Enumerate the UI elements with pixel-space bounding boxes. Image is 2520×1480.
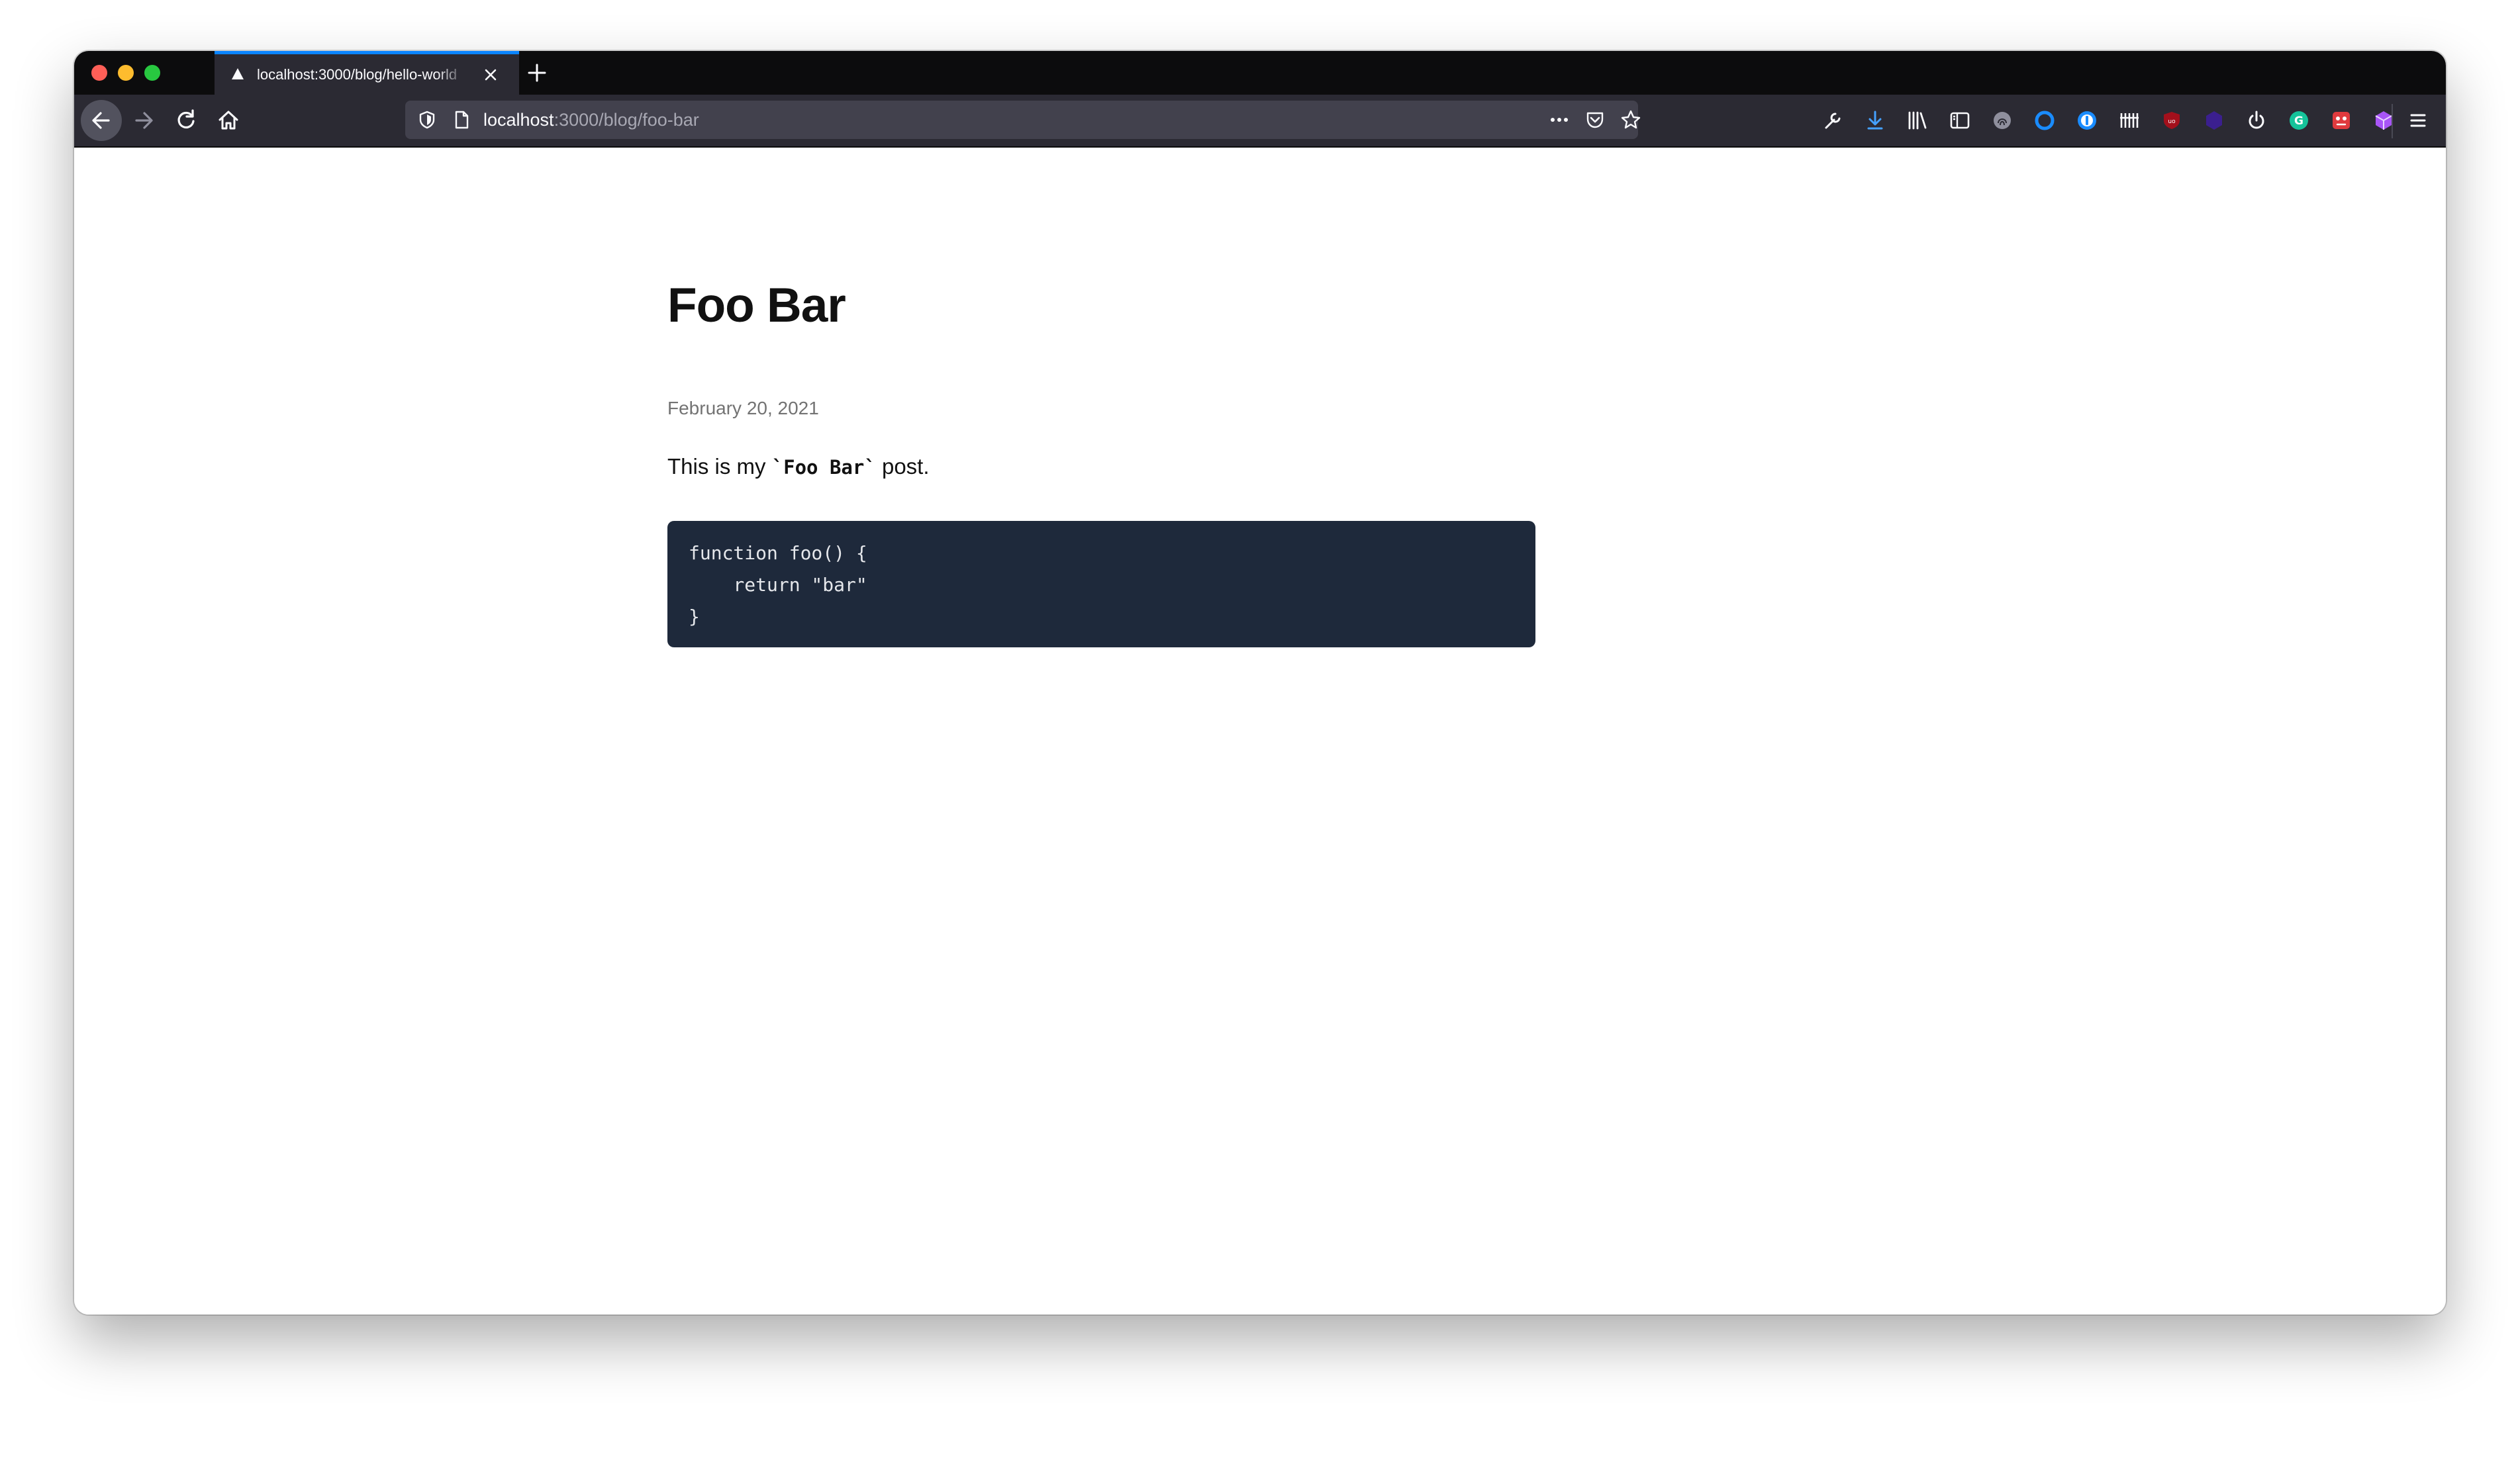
toolbar-separator (2392, 104, 2393, 138)
home-icon (218, 111, 238, 130)
page-info-icon[interactable] (449, 107, 474, 132)
code-line: function foo() { (689, 542, 867, 564)
forward-arrow-icon (135, 112, 153, 129)
tracking-shield-icon[interactable] (414, 107, 440, 132)
forward-button[interactable] (123, 100, 164, 141)
code-block: function foo() { return "bar"} (667, 521, 1535, 647)
post-intro-text-end: post. (875, 454, 930, 479)
tab-active[interactable]: localhost:3000/blog/hello-world (215, 51, 519, 95)
onepassword-icon[interactable] (2074, 107, 2100, 134)
browser-window: localhost:3000/blog/hello-world localhos… (74, 51, 2446, 1315)
url-text[interactable]: localhost:3000/blog/foo-bar (483, 101, 699, 139)
zoom-window-button[interactable] (144, 65, 160, 81)
tab-strip: localhost:3000/blog/hello-world (74, 51, 2446, 95)
new-tab-icon[interactable] (522, 58, 552, 88)
nextjs-favicon-icon (232, 68, 244, 79)
svg-text:uo: uo (2168, 118, 2176, 125)
close-tab-icon[interactable] (479, 64, 502, 86)
code-line: return "bar" (689, 574, 867, 596)
red-extension-icon[interactable] (2328, 107, 2354, 134)
close-window-button[interactable] (91, 65, 107, 81)
dark-purple-extension-icon[interactable] (2201, 107, 2227, 134)
code-line: } (689, 606, 700, 627)
power-icon[interactable] (2243, 107, 2270, 134)
grammarly-icon[interactable]: G (2286, 107, 2312, 134)
page-actions-ellipsis-icon[interactable] (1547, 107, 1572, 132)
post-intro-text: This is my (667, 454, 772, 479)
developer-wrench-icon[interactable] (1819, 107, 1846, 134)
url-bar[interactable]: localhost:3000/blog/foo-bar (405, 101, 1641, 139)
ublock-origin-icon[interactable]: uo (2158, 107, 2185, 134)
hamburger-menu-icon[interactable] (2405, 107, 2431, 134)
pocket-icon[interactable] (1582, 107, 1608, 132)
post-intro: This is my `Foo Bar` post. (667, 455, 930, 477)
back-arrow-icon (92, 112, 110, 129)
home-button[interactable] (208, 100, 249, 141)
post-title: Foo Bar (667, 279, 846, 332)
inline-code: `Foo Bar` (771, 456, 876, 479)
sidebar-icon[interactable] (1947, 107, 1973, 134)
library-icon[interactable] (1904, 107, 1931, 134)
page-content: Foo Bar February 20, 2021 This is my `Fo… (74, 148, 2446, 1315)
reload-icon (177, 109, 195, 129)
svg-text:G: G (2294, 115, 2303, 128)
blue-circle-extension-icon[interactable] (2031, 107, 2058, 134)
downloads-icon[interactable] (1862, 107, 1888, 134)
fingerprint-extension-icon[interactable] (1989, 107, 2015, 134)
tab-title: localhost:3000/blog/hello-world (257, 66, 458, 83)
purple-cube-extension-icon[interactable] (2370, 107, 2397, 134)
bookmark-star-icon[interactable] (1618, 107, 1643, 132)
minimize-window-button[interactable] (118, 65, 134, 81)
toolbar-bars-icon[interactable] (2116, 107, 2143, 134)
navigation-toolbar: localhost:3000/blog/foo-bar uo G (74, 95, 2446, 148)
back-button[interactable] (81, 100, 122, 141)
reload-button[interactable] (166, 100, 207, 141)
post-date: February 20, 2021 (667, 398, 819, 418)
